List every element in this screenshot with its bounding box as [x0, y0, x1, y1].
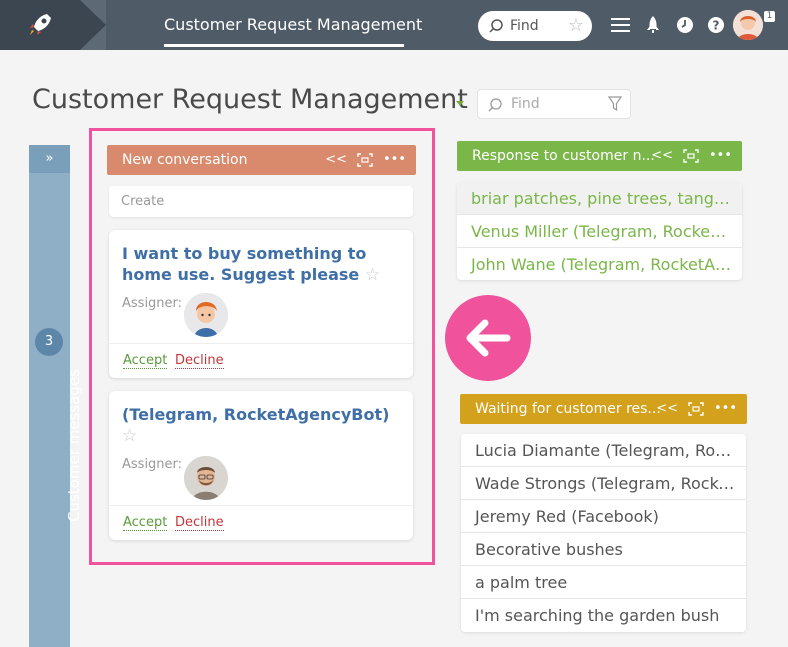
column-tools: << ••• — [651, 141, 732, 171]
top-search-label: Find — [510, 18, 539, 34]
list-item[interactable]: I'm searching the garden bush — [461, 599, 746, 632]
collapse-icon[interactable]: << — [656, 394, 678, 424]
more-options-icon[interactable]: ••• — [714, 394, 737, 424]
focus-icon[interactable] — [683, 149, 699, 163]
app-logo[interactable] — [0, 0, 80, 50]
filter-icon[interactable] — [608, 96, 622, 112]
help-icon[interactable]: ? — [707, 16, 725, 34]
search-icon — [489, 19, 503, 33]
list-item[interactable]: briar patches, pine trees, tangle... — [457, 182, 742, 215]
list-item[interactable]: Venus Miller (Telegram, RocketA... — [457, 215, 742, 248]
collapse-icon[interactable]: << — [651, 141, 673, 171]
list-item[interactable]: Wade Strongs (Telegram, Rocket... — [461, 467, 746, 500]
user-avatar[interactable] — [733, 10, 763, 40]
list-item[interactable]: a palm tree — [461, 566, 746, 599]
column-title: Response to customer n... — [472, 148, 655, 164]
title-dropdown-caret-icon[interactable] — [456, 101, 464, 106]
clock-icon[interactable] — [676, 16, 694, 34]
response-list: briar patches, pine trees, tangle... Ven… — [457, 182, 742, 280]
logo-arrow — [80, 0, 106, 50]
highlight-frame — [89, 128, 435, 565]
more-options-icon[interactable]: ••• — [709, 141, 732, 171]
list-item[interactable]: Becorative bushes — [461, 533, 746, 566]
search-icon — [488, 98, 502, 112]
waiting-list: Lucia Diamante (Telegram, Rock... Wade S… — [461, 434, 746, 632]
menu-icon[interactable] — [611, 17, 630, 33]
column-label: Customer messages — [65, 369, 83, 522]
favorite-star-icon[interactable]: ☆ — [568, 15, 584, 36]
top-search-box[interactable]: Find ☆ — [478, 11, 592, 41]
customer-messages-column[interactable]: » 3 Customer messages — [29, 145, 83, 647]
rocket-logo-icon — [30, 14, 51, 35]
page-title: Customer Request Management — [32, 84, 468, 115]
top-bar: Customer Request Management Find ☆ ? 1 — [0, 0, 788, 50]
page-search-box[interactable]: Find — [477, 89, 631, 119]
list-item[interactable]: John Wane (Telegram, RocketAg... — [457, 248, 742, 281]
list-item[interactable]: Jeremy Red (Facebook) — [461, 500, 746, 533]
rocket-icon[interactable] — [645, 15, 661, 35]
waiting-column-header[interactable]: Waiting for customer res... << ••• — [460, 394, 747, 424]
response-column-header[interactable]: Response to customer n... << ••• — [457, 141, 742, 171]
column-count-badge: 3 — [35, 328, 63, 356]
column-tools: << ••• — [656, 394, 737, 424]
expand-column-button[interactable]: » — [29, 145, 70, 173]
notification-badge[interactable]: 1 — [764, 11, 775, 22]
page-search-placeholder: Find — [511, 96, 540, 112]
svg-text:?: ? — [713, 19, 720, 33]
move-arrow-indicator — [445, 295, 531, 381]
list-item[interactable]: Lucia Diamante (Telegram, Rock... — [461, 434, 746, 467]
top-title[interactable]: Customer Request Management — [164, 0, 422, 50]
focus-icon[interactable] — [688, 402, 704, 416]
active-tab-underline — [164, 44, 404, 47]
arrow-left-icon — [466, 319, 511, 357]
column-title: Waiting for customer res... — [475, 401, 661, 417]
